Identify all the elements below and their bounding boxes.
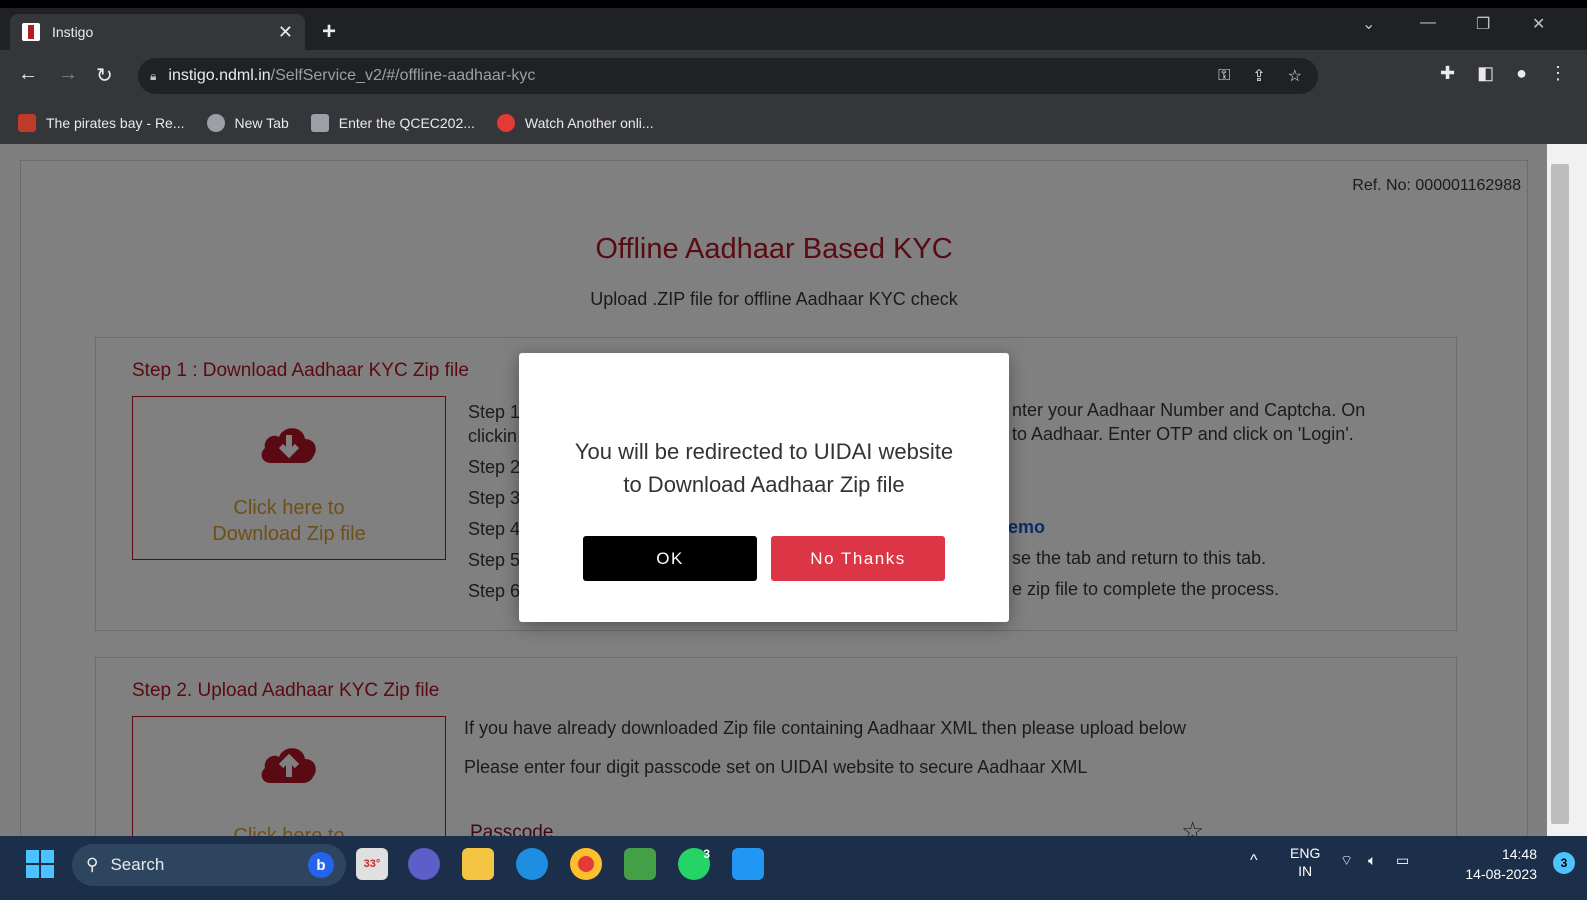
file-explorer-icon[interactable] (462, 848, 494, 880)
share-icon[interactable]: ⇪ (1252, 66, 1265, 86)
doc-icon (310, 114, 329, 132)
bookmark-item[interactable]: New Tab (206, 114, 289, 132)
tab-title: Instigo (52, 24, 94, 40)
window-close-icon[interactable]: ✕ (1532, 14, 1545, 34)
battery-icon[interactable]: ▭ (1396, 852, 1409, 869)
back-arrow-icon[interactable]: ← (18, 63, 38, 86)
ok-button[interactable]: OK (583, 536, 757, 581)
whatsapp-badge: 3 (703, 847, 710, 861)
restore-icon[interactable]: ❐ (1476, 14, 1490, 34)
bookmark-item[interactable]: Watch Another onli... (496, 114, 654, 132)
url-path: /SelfService_v2/#/offline-aadhaar-kyc (270, 67, 536, 84)
bookmark-label: The pirates bay - Re... (46, 115, 185, 131)
bookmark-star-icon[interactable]: ☆ (1288, 66, 1302, 86)
volume-icon[interactable]: 🔈︎ (1368, 852, 1376, 869)
bing-icon[interactable]: b (308, 852, 334, 878)
pirate-icon (18, 114, 36, 132)
close-tab-icon[interactable]: ✕ (278, 22, 293, 43)
weather-icon[interactable]: 33° (356, 848, 388, 880)
bookmark-item[interactable]: Enter the QCEC202... (310, 114, 475, 132)
scrollbar-thumb[interactable] (1551, 164, 1569, 824)
search-label: Search (110, 855, 165, 874)
chrome-icon[interactable] (570, 848, 602, 880)
modal-message-line2: to Download Aadhaar Zip file (623, 472, 905, 497)
clock-date: 14-08-2023 (1465, 866, 1537, 882)
url-host: instigo.ndml.in (168, 67, 271, 84)
modal-message-line1: You will be redirected to UIDAI website (574, 439, 954, 464)
photos-icon[interactable] (732, 848, 764, 880)
notification-badge[interactable]: 3 (1553, 852, 1575, 874)
browser-chrome: Instigo ✕ + ⌄ — ❐ ✕ ← → ↻ 🔒︎ instigo.ndm… (0, 8, 1587, 144)
minimize-icon[interactable]: — (1420, 14, 1436, 32)
new-tab-button[interactable]: + (322, 18, 336, 46)
profile-avatar-icon[interactable]: ● (1516, 63, 1527, 84)
tab-search-chevron-icon[interactable]: ⌄ (1362, 14, 1375, 34)
kebab-menu-icon[interactable]: ⋮ (1549, 63, 1567, 84)
edge-icon[interactable] (516, 848, 548, 880)
instigo-favicon-icon (22, 23, 40, 41)
taskbar: ⚲ Search b 33° 3 ^ ENG IN ⌔ 🔈︎ ▭ 14:48 1… (0, 836, 1587, 900)
lock-icon[interactable]: 🔒︎ (150, 69, 156, 84)
no-thanks-button[interactable]: No Thanks (771, 536, 945, 581)
bookmark-item[interactable]: The pirates bay - Re... (18, 114, 185, 132)
address-bar[interactable]: 🔒︎ instigo.ndml.in/SelfService_v2/#/offl… (138, 58, 1318, 94)
whatsapp-icon[interactable]: 3 (678, 848, 710, 880)
shield-icon (496, 114, 515, 132)
bookmark-label: New Tab (234, 115, 289, 131)
page-viewport: Ref. No: 000001162988 Offline Aadhaar Ba… (0, 144, 1547, 844)
teams-chat-icon[interactable] (408, 848, 440, 880)
search-icon: ⚲ (86, 855, 99, 874)
bookmarks-bar: The pirates bay - Re... New Tab Enter th… (0, 102, 1587, 144)
redirect-modal: You will be redirected to UIDAI website … (519, 353, 1009, 622)
wifi-icon[interactable]: ⌔ (1340, 852, 1353, 870)
omnibox-actions: ⚿ ⇪ ☆ (1218, 58, 1318, 94)
modal-backdrop[interactable]: You will be redirected to UIDAI website … (0, 144, 1547, 844)
app-icon[interactable] (624, 848, 656, 880)
lang-line2: IN (1298, 863, 1313, 879)
forward-arrow-icon[interactable]: → (58, 63, 78, 86)
taskbar-search[interactable]: ⚲ Search b (72, 844, 346, 886)
address-row: ← → ↻ 🔒︎ instigo.ndml.in/SelfService_v2/… (0, 50, 1587, 102)
modal-message: You will be redirected to UIDAI website … (519, 435, 1009, 501)
side-panel-icon[interactable]: ◧ (1477, 63, 1494, 84)
page-scrollbar[interactable] (1547, 144, 1587, 844)
windows-start-icon[interactable] (26, 850, 54, 878)
key-icon[interactable]: ⚿ (1218, 67, 1230, 85)
reload-icon[interactable]: ↻ (96, 63, 113, 88)
toolbar-icons: ✚ ◧ ● ⋮ (1440, 63, 1567, 84)
clock-time: 14:48 (1501, 846, 1537, 862)
language-indicator[interactable]: ENG IN (1290, 844, 1320, 880)
clock[interactable]: 14:48 14-08-2023 (1465, 844, 1537, 884)
lang-line1: ENG (1290, 845, 1321, 861)
tray-chevron-icon[interactable]: ^ (1250, 852, 1258, 870)
bookmark-label: Enter the QCEC202... (338, 115, 475, 131)
weather-temp: 33° (363, 858, 381, 870)
tab-instigo[interactable]: Instigo ✕ (10, 14, 305, 50)
bookmark-label: Watch Another onli... (524, 115, 654, 131)
extensions-puzzle-icon[interactable]: ✚ (1440, 63, 1455, 84)
globe-icon (206, 114, 225, 132)
tab-bar: Instigo ✕ + ⌄ — ❐ ✕ (0, 8, 1587, 50)
